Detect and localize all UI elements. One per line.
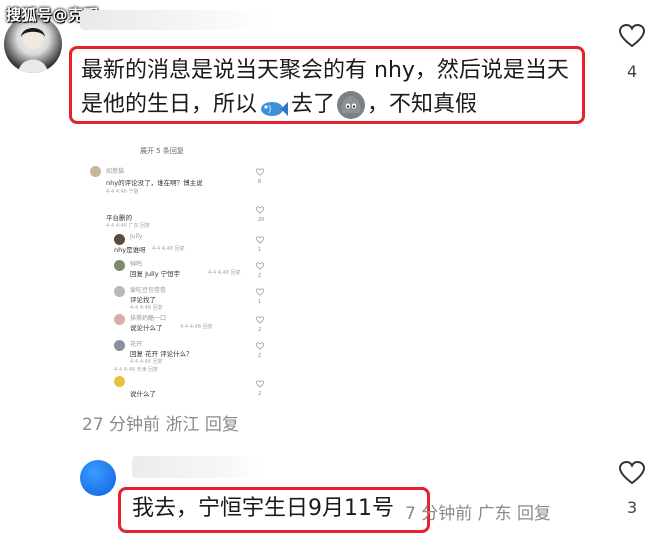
mini-name: 抹茶奶酪一口 <box>130 315 167 322</box>
like-heart-icon[interactable] <box>618 23 646 48</box>
like-count: 4 <box>627 62 638 81</box>
mini-text: 评论找了 <box>130 296 156 304</box>
comment-line-2-part-c: ，不知真假 <box>367 92 478 117</box>
mini-meta: 4-4 4:48 回复 <box>152 246 185 252</box>
like-count-2: 3 <box>627 498 638 517</box>
mini-heart-icon <box>256 316 264 324</box>
mini-avatar <box>114 340 125 351</box>
mini-count: 8 <box>258 179 262 185</box>
mini-heart-icon <box>256 206 264 214</box>
mini-count: 2 <box>258 273 262 279</box>
mini-count: 20 <box>258 217 265 223</box>
embedded-screenshot: 展开 5 条回复 如意猫 nhy的评论没了，谁在啊？博主说 4-4 4:46 宁… <box>80 140 272 408</box>
mini-name: 如意猫 <box>106 168 125 175</box>
mini-meta: 4-4 4:46 宁夏 <box>106 189 139 195</box>
mini-text: 平台删的 <box>106 214 132 222</box>
fish-emoji-icon <box>259 95 289 116</box>
mini-text: 说什么了 <box>130 390 156 398</box>
mini-meta: 4-4 4:48 天津 回复 <box>114 367 159 373</box>
blurred-username-2 <box>132 456 262 478</box>
reply-meta[interactable]: 7 分钟前 广东 回复 <box>405 499 551 524</box>
mini-avatar <box>114 314 125 325</box>
mini-heart-icon <box>256 288 264 296</box>
rock-face-emoji-icon <box>337 91 366 119</box>
mini-meta: 4-4 4:48 回复 <box>130 359 163 365</box>
mini-meta: 4-4 4:46 广东 回复 <box>106 223 151 229</box>
comment-meta[interactable]: 27 分钟前 浙江 回复 <box>82 410 239 435</box>
mini-heart-icon <box>256 380 264 388</box>
mini-avatar <box>114 260 125 271</box>
mini-text: nhy的评论没了，谁在啊？博主说 <box>106 179 203 187</box>
mini-name: Jully <box>130 233 143 240</box>
mini-text: nhy是谁呀 <box>114 246 146 254</box>
mini-count: 2 <box>258 391 262 397</box>
mini-heart-icon <box>256 342 264 350</box>
mini-count: 2 <box>258 327 262 333</box>
mini-avatar <box>90 166 101 177</box>
user-avatar-2[interactable] <box>80 460 116 496</box>
mini-avatar <box>114 286 125 297</box>
mini-text: 回复 花开 评论什么？ <box>130 350 193 358</box>
reply-text: 我去，宁恒宇生日9月11号 <box>132 496 394 521</box>
mini-meta: 4-4 4:48 回复 <box>180 324 213 330</box>
mini-heart-icon <box>256 262 264 270</box>
comment-line-2: 是他的生日，所以 去了 ，不知真假 <box>81 87 477 123</box>
mini-meta: 4-4 4:48 回复 <box>130 305 163 311</box>
mini-heart-icon <box>256 168 264 176</box>
mini-name: 爱吃豆包卷卷 <box>130 287 167 294</box>
comment-line-1: 最新的消息是说当天聚会的有 nhy，然后说是当天 <box>81 58 569 83</box>
like-heart-icon-2[interactable] <box>618 460 646 485</box>
mini-count: 2 <box>258 353 262 359</box>
comment-line-2-part-b: 去了 <box>291 92 336 117</box>
blurred-username <box>80 10 270 30</box>
mini-avatar <box>114 376 125 387</box>
mini-text: 回复 Jully 宁恒宇 <box>130 270 181 278</box>
mini-count: 1 <box>258 247 262 253</box>
mini-heart-icon <box>256 236 264 244</box>
mini-name: 花开 <box>130 341 143 348</box>
comment-line-2-part-a: 是他的生日，所以 <box>81 92 258 117</box>
mini-meta: 4-4 4:48 回复 <box>208 270 241 276</box>
mini-expand-replies[interactable]: 展开 5 条回复 <box>140 146 184 156</box>
mini-text: 说论什么了 <box>130 324 163 332</box>
mini-name: 钟鸣 <box>130 261 143 268</box>
mini-count: 1 <box>258 299 262 305</box>
